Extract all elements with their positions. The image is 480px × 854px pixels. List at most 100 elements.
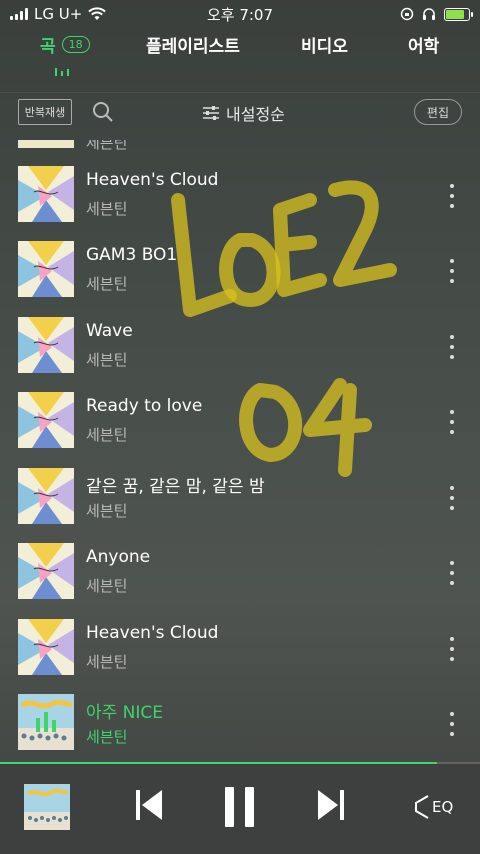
- more-vertical-icon: [450, 259, 454, 263]
- now-playing-album-art[interactable]: [24, 784, 70, 830]
- song-title: Heaven's Cloud: [86, 623, 219, 643]
- album-art[interactable]: [18, 166, 74, 222]
- status-left: LG U+: [10, 5, 180, 23]
- carrier-label: LG U+: [34, 5, 83, 23]
- next-button[interactable]: [316, 788, 346, 826]
- album-art[interactable]: [18, 543, 74, 599]
- song-row[interactable]: Wave 세븐틴: [0, 317, 480, 392]
- song-artist: 세븐틴: [86, 351, 128, 369]
- more-vertical-icon: [450, 486, 454, 490]
- song-row[interactable]: 같은 꿈, 같은 맘, 같은 밤세븐틴: [0, 468, 480, 543]
- more-vertical-icon: [450, 712, 454, 716]
- song-row[interactable]: Heaven's Cloud 세븐틴: [0, 619, 480, 694]
- previous-button[interactable]: [134, 788, 164, 826]
- more-vertical-icon: [450, 184, 454, 188]
- song-artist: 세븐틴: [86, 275, 128, 293]
- album-art[interactable]: [18, 392, 74, 448]
- pause-button[interactable]: [222, 786, 258, 832]
- status-time: 오후 7:07: [206, 5, 274, 24]
- list-toolbar: 반복재생 내설정순 편집: [0, 92, 480, 130]
- more-options-button[interactable]: [442, 259, 462, 283]
- battery-icon: [444, 7, 473, 21]
- rotation-lock-icon: [400, 7, 414, 21]
- album-art-nice: [18, 694, 74, 750]
- tab-songs-label: 곡: [40, 37, 56, 57]
- more-options-button[interactable]: [442, 486, 462, 510]
- headphones-icon: [423, 8, 435, 20]
- signal-icon: [10, 8, 28, 20]
- skip-next-icon: [318, 790, 344, 820]
- tab-playlist-label: 플레이리스트: [146, 37, 240, 57]
- skip-previous-icon: [136, 790, 162, 820]
- tab-playlist[interactable]: 플레이리스트: [146, 32, 240, 57]
- song-row[interactable]: GAM3 BO1 세븐틴: [0, 241, 480, 316]
- tab-video[interactable]: 비디오: [301, 32, 348, 57]
- album-art-ode: [18, 317, 74, 373]
- album-art-nice: [24, 784, 70, 830]
- more-options-button[interactable]: [442, 561, 462, 585]
- mini-player: EQ: [0, 764, 480, 854]
- sort-button[interactable]: 내설정순: [202, 101, 285, 125]
- eq-label: EQ: [432, 798, 454, 816]
- wifi-icon: [88, 7, 106, 20]
- song-title: 아주 NICE: [86, 703, 164, 723]
- status-right: [300, 7, 473, 21]
- song-row[interactable]: Anyone 세븐틴: [0, 543, 480, 618]
- more-vertical-icon: [450, 335, 454, 339]
- album-art[interactable]: [18, 468, 74, 524]
- more-options-button[interactable]: [442, 637, 462, 661]
- status-bar: LG U+ 오후 7:07: [0, 0, 480, 28]
- equalizer-icon: [415, 795, 429, 819]
- more-vertical-icon: [450, 637, 454, 641]
- song-title: 같은 꿈, 같은 맘, 같은 밤: [86, 477, 265, 497]
- song-title: Anyone: [86, 547, 151, 567]
- active-tab-indicator: [55, 66, 69, 76]
- song-count-badge: 18: [61, 36, 90, 53]
- sliders-icon: [203, 106, 219, 120]
- more-vertical-icon: [450, 561, 454, 565]
- album-art[interactable]: [18, 619, 74, 675]
- song-title: GAM3 BO1: [86, 245, 178, 265]
- album-art-ode: [18, 166, 74, 222]
- tab-language-label: 어학: [408, 37, 440, 57]
- album-art[interactable]: [18, 317, 74, 373]
- song-title: Ready to love: [86, 396, 203, 416]
- album-art[interactable]: [18, 694, 74, 750]
- song-title: Wave: [86, 321, 133, 341]
- edit-button-label: 편집: [426, 105, 449, 120]
- tab-video-label: 비디오: [301, 37, 348, 57]
- song-list: 세븐틴 Heaven's Cloud 세븐틴 GAM3 BO1 세븐틴 Wave 세븐틴 R…: [0, 140, 480, 762]
- song-artist: 세븐틴: [86, 426, 128, 444]
- search-icon: [93, 102, 113, 122]
- album-art-ode: [18, 619, 74, 675]
- tab-songs[interactable]: 곡 18: [40, 32, 90, 57]
- more-options-button[interactable]: [442, 335, 462, 359]
- song-artist: 세븐틴: [86, 728, 128, 746]
- song-artist: 세븐틴: [86, 502, 128, 520]
- repeat-button[interactable]: 반복재생: [18, 99, 72, 125]
- album-art-ode: [18, 241, 74, 297]
- more-options-button[interactable]: [442, 712, 462, 736]
- search-button[interactable]: [92, 101, 114, 127]
- more-vertical-icon: [450, 410, 454, 414]
- tab-language[interactable]: 어학: [408, 32, 439, 57]
- album-art-ode: [18, 468, 74, 524]
- more-options-button[interactable]: [442, 410, 462, 434]
- partial-artist: 세븐틴: [86, 140, 128, 152]
- partial-album-art: [18, 140, 74, 148]
- album-art-ode: [18, 392, 74, 448]
- song-artist: 세븐틴: [86, 577, 128, 595]
- more-options-button[interactable]: [442, 184, 462, 208]
- eq-button[interactable]: EQ: [412, 794, 453, 820]
- sort-label: 내설정순: [226, 105, 285, 124]
- pause-icon: [225, 787, 254, 827]
- edit-button[interactable]: 편집: [413, 99, 462, 125]
- album-art-ode: [18, 543, 74, 599]
- song-row-now-playing[interactable]: 아주 NICE 세븐틴: [0, 694, 480, 762]
- category-tabs: 곡 18 플레이리스트 비디오 어학: [0, 32, 480, 62]
- song-artist: 세븐틴: [86, 200, 128, 218]
- song-title: Heaven's Cloud: [86, 170, 219, 190]
- album-art[interactable]: [18, 241, 74, 297]
- song-row[interactable]: Ready to love 세븐틴: [0, 392, 480, 467]
- song-row[interactable]: Heaven's Cloud 세븐틴: [0, 166, 480, 241]
